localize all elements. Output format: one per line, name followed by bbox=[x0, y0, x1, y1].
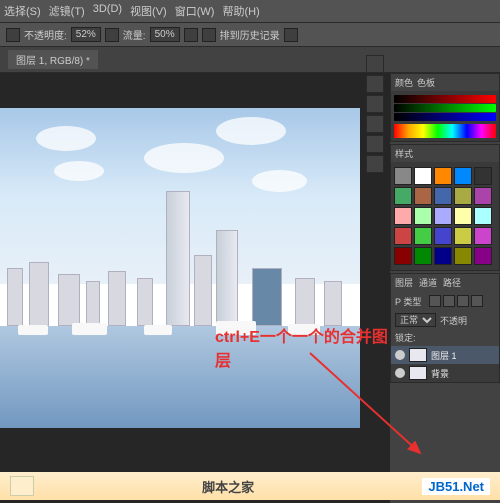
style-item[interactable] bbox=[454, 247, 472, 265]
menu-filter[interactable]: 滤镜(T) bbox=[49, 3, 85, 19]
b-slider[interactable] bbox=[394, 113, 496, 121]
styles-panel: 样式 bbox=[390, 144, 500, 271]
style-item[interactable] bbox=[434, 167, 452, 185]
menu-view[interactable]: 视图(V) bbox=[130, 3, 167, 19]
pressure-icon[interactable] bbox=[105, 28, 119, 42]
layer-filter-label: P 类型 bbox=[395, 295, 421, 308]
document-tabs: 图层 1, RGB/8) * bbox=[0, 47, 500, 73]
options-toolbar: 不透明度: 52% 流量: 50% 排到历史记录 bbox=[0, 23, 500, 47]
style-item[interactable] bbox=[414, 167, 432, 185]
style-item[interactable] bbox=[454, 207, 472, 225]
filter-icon[interactable] bbox=[429, 295, 441, 307]
annotation-arrow bbox=[300, 343, 440, 483]
brush-preset-icon[interactable] bbox=[6, 28, 20, 42]
filter-icon[interactable] bbox=[443, 295, 455, 307]
history-icon[interactable] bbox=[202, 28, 216, 42]
style-item[interactable] bbox=[474, 227, 492, 245]
style-item[interactable] bbox=[474, 167, 492, 185]
g-slider[interactable] bbox=[394, 104, 496, 112]
tab-layers[interactable]: 图层 bbox=[395, 276, 413, 289]
layer-opacity-label: 不透明 bbox=[440, 314, 467, 327]
style-item[interactable] bbox=[394, 207, 412, 225]
style-item[interactable] bbox=[414, 207, 432, 225]
tab-swatches[interactable]: 色板 bbox=[417, 76, 435, 89]
opacity-value[interactable]: 52% bbox=[71, 27, 101, 42]
style-item[interactable] bbox=[454, 227, 472, 245]
style-item[interactable] bbox=[414, 187, 432, 205]
panel-icon-3[interactable] bbox=[366, 95, 384, 113]
tab-channels[interactable]: 通道 bbox=[419, 276, 437, 289]
tablet-icon[interactable] bbox=[284, 28, 298, 42]
filter-icon[interactable] bbox=[457, 295, 469, 307]
style-item[interactable] bbox=[434, 247, 452, 265]
tab-paths[interactable]: 路径 bbox=[443, 276, 461, 289]
style-item[interactable] bbox=[474, 247, 492, 265]
r-slider[interactable] bbox=[394, 95, 496, 103]
style-item[interactable] bbox=[414, 227, 432, 245]
style-item[interactable] bbox=[454, 167, 472, 185]
opacity-label: 不透明度: bbox=[24, 27, 67, 42]
canvas-area: ctrl+E一个一个的合并图层 bbox=[0, 73, 390, 503]
panel-icon-1[interactable] bbox=[366, 55, 384, 73]
workspace: ctrl+E一个一个的合并图层 颜色 色板 样式 bbox=[0, 73, 500, 503]
flow-value[interactable]: 50% bbox=[150, 27, 180, 42]
menu-select[interactable]: 选择(S) bbox=[4, 3, 41, 19]
panel-icon-4[interactable] bbox=[366, 115, 384, 133]
panel-icon-6[interactable] bbox=[366, 155, 384, 173]
style-item[interactable] bbox=[474, 187, 492, 205]
menu-help[interactable]: 帮助(H) bbox=[222, 3, 259, 19]
blend-mode-select[interactable]: 正常 bbox=[395, 313, 436, 327]
tab-styles[interactable]: 样式 bbox=[395, 147, 413, 160]
filter-icon[interactable] bbox=[471, 295, 483, 307]
flow-label: 流量: bbox=[123, 27, 146, 42]
style-item[interactable] bbox=[434, 187, 452, 205]
panel-icon-5[interactable] bbox=[366, 135, 384, 153]
menubar: 选择(S) 滤镜(T) 3D(D) 视图(V) 窗口(W) 帮助(H) bbox=[0, 0, 500, 23]
color-panel: 颜色 色板 bbox=[390, 73, 500, 142]
style-item[interactable] bbox=[394, 227, 412, 245]
footer-brand: 脚本之家 bbox=[202, 477, 254, 496]
style-item[interactable] bbox=[474, 207, 492, 225]
hue-strip[interactable] bbox=[394, 124, 496, 138]
airbrush-icon[interactable] bbox=[184, 28, 198, 42]
panel-icon-2[interactable] bbox=[366, 75, 384, 93]
document-tab[interactable]: 图层 1, RGB/8) * bbox=[8, 50, 98, 69]
style-item[interactable] bbox=[434, 227, 452, 245]
style-item[interactable] bbox=[394, 187, 412, 205]
style-item[interactable] bbox=[434, 207, 452, 225]
style-item[interactable] bbox=[394, 247, 412, 265]
style-item[interactable] bbox=[454, 187, 472, 205]
style-item[interactable] bbox=[414, 247, 432, 265]
history-label: 排到历史记录 bbox=[220, 27, 280, 42]
menu-3d[interactable]: 3D(D) bbox=[93, 3, 122, 19]
collapsed-panel-icons bbox=[366, 55, 388, 173]
menu-window[interactable]: 窗口(W) bbox=[175, 3, 215, 19]
tab-color[interactable]: 颜色 bbox=[395, 76, 413, 89]
style-item[interactable] bbox=[394, 167, 412, 185]
